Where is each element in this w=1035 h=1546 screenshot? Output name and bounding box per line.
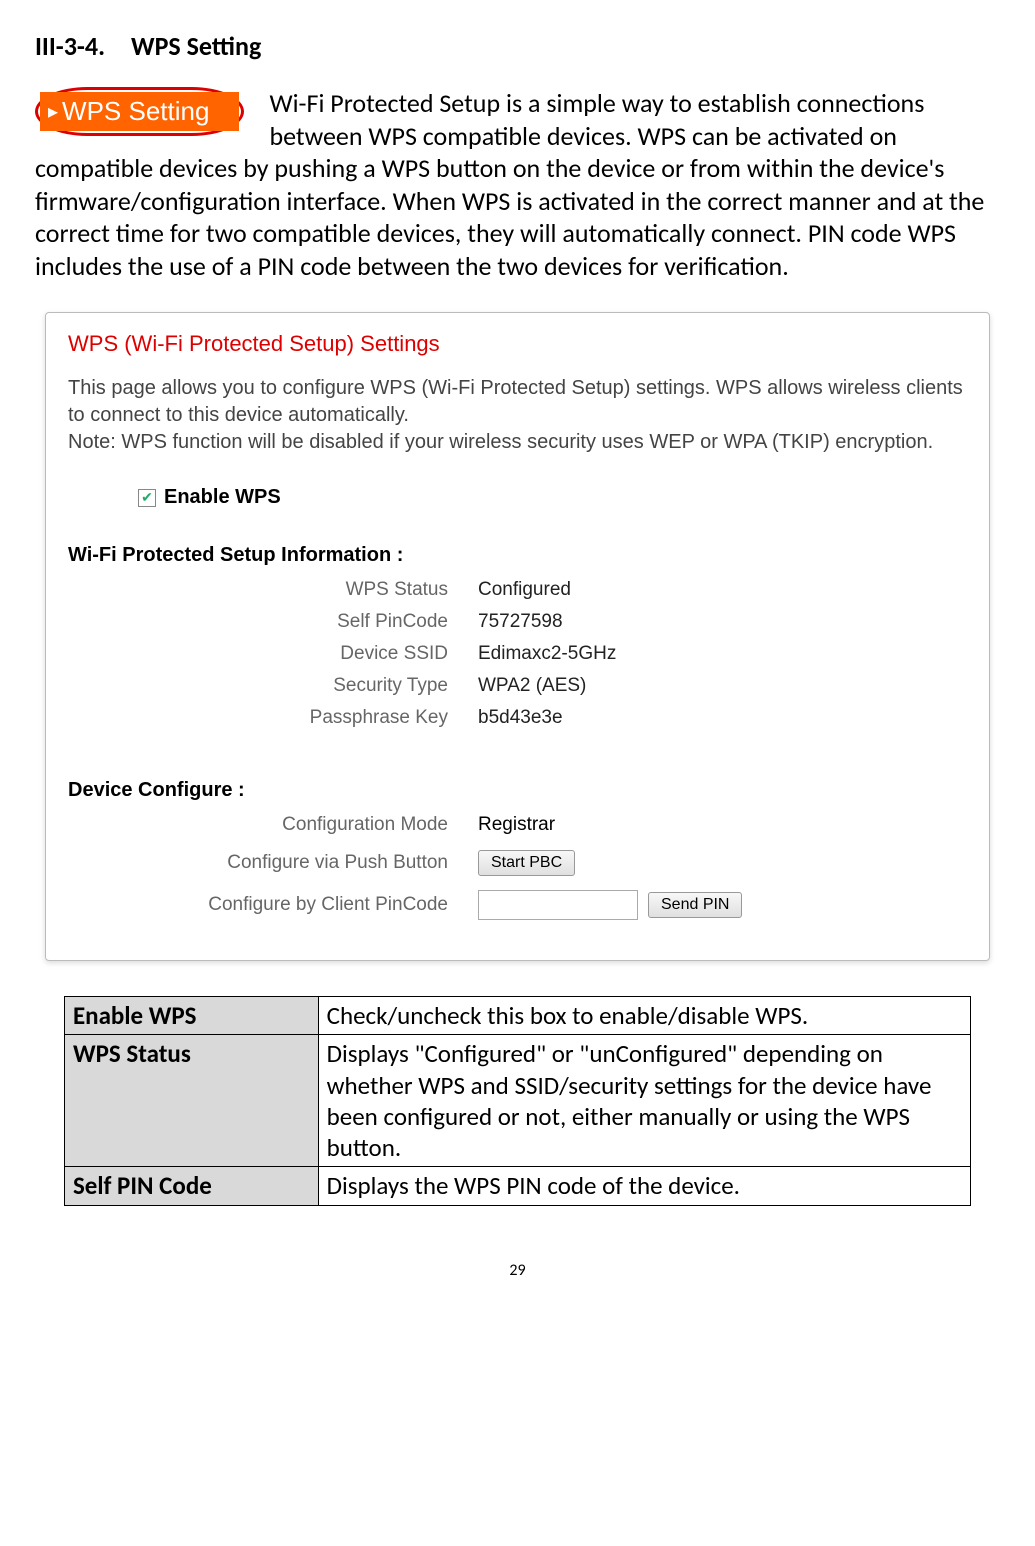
self-pincode-value: 75727598 [478, 611, 967, 633]
self-pincode-label: Self PinCode [68, 611, 448, 633]
desc-enable-wps: Check/uncheck this box to enable/disable… [318, 997, 970, 1035]
send-pin-button[interactable]: Send PIN [648, 892, 742, 918]
security-type-value: WPA2 (AES) [478, 675, 967, 697]
table-row: Enable WPS Check/uncheck this box to ena… [64, 997, 970, 1035]
configure-pbc-label: Configure via Push Button [68, 852, 448, 874]
page-number: 29 [35, 1261, 1000, 1280]
client-pincode-input[interactable] [478, 890, 638, 920]
section-heading: III-3-4. WPS Setting [35, 30, 1000, 62]
wps-info-grid: WPS Status Configured Self PinCode 75727… [68, 579, 967, 729]
intro-block: WPS Setting Wi-Fi Protected Setup is a s… [35, 87, 1000, 282]
term-enable-wps: Enable WPS [64, 997, 318, 1035]
description-table: Enable WPS Check/uncheck this box to ena… [64, 996, 971, 1206]
security-type-label: Security Type [68, 675, 448, 697]
wps-status-value: Configured [478, 579, 967, 601]
wps-setting-badge: WPS Setting [35, 87, 244, 136]
device-ssid-value: Edimaxc2-5GHz [478, 643, 967, 665]
wps-setting-badge-label: WPS Setting [40, 92, 239, 131]
table-row: Self PIN Code Displays the WPS PIN code … [64, 1167, 970, 1205]
enable-wps-label: Enable WPS [164, 486, 281, 509]
configuration-mode-label: Configuration Mode [68, 814, 448, 836]
panel-title: WPS (Wi-Fi Protected Setup) Settings [68, 331, 967, 357]
device-configure-title: Device Configure : [68, 779, 967, 802]
panel-desc-line2: Note: WPS function will be disabled if y… [68, 431, 933, 453]
panel-description: This page allows you to configure WPS (W… [68, 375, 967, 456]
passphrase-key-label: Passphrase Key [68, 707, 448, 729]
desc-self-pin-code: Displays the WPS PIN code of the device. [318, 1167, 970, 1205]
configuration-mode-value: Registrar [478, 814, 967, 836]
wps-status-label: WPS Status [68, 579, 448, 601]
start-pbc-button[interactable]: Start PBC [478, 850, 575, 876]
table-row: WPS Status Displays "Configured" or "unC… [64, 1035, 970, 1167]
wps-info-title: Wi-Fi Protected Setup Information : [68, 544, 967, 567]
term-wps-status: WPS Status [64, 1035, 318, 1167]
wps-settings-panel: WPS (Wi-Fi Protected Setup) Settings Thi… [45, 312, 990, 961]
desc-wps-status: Displays "Configured" or "unConfigured" … [318, 1035, 970, 1167]
enable-wps-checkbox[interactable]: ✔ [138, 489, 156, 507]
device-configure-grid: Configuration Mode Registrar Configure v… [68, 814, 967, 920]
configure-client-pin-label: Configure by Client PinCode [68, 894, 448, 916]
enable-wps-row: ✔ Enable WPS [138, 486, 967, 509]
panel-desc-line1: This page allows you to configure WPS (W… [68, 377, 963, 426]
term-self-pin-code: Self PIN Code [64, 1167, 318, 1205]
passphrase-key-value: b5d43e3e [478, 707, 967, 729]
device-ssid-label: Device SSID [68, 643, 448, 665]
